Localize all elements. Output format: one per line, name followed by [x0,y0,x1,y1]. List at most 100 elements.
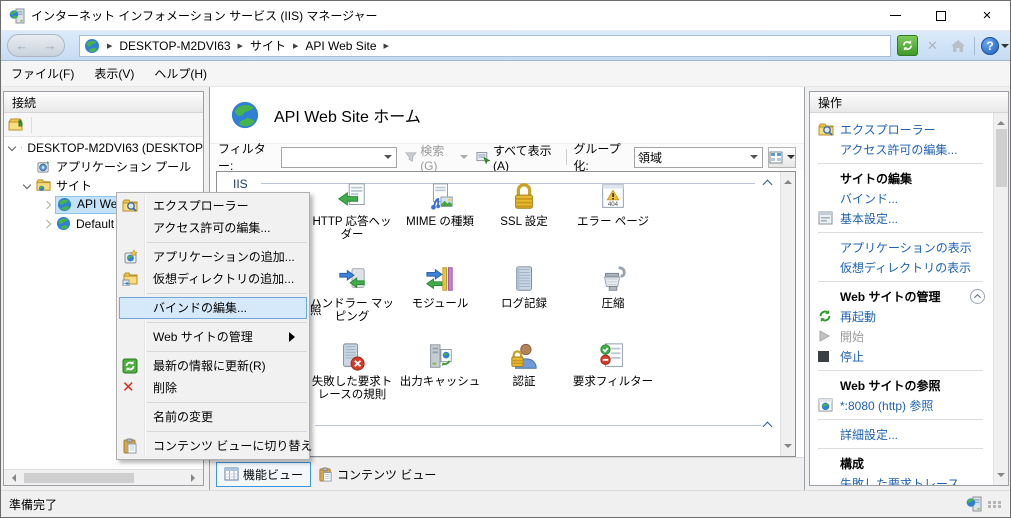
scrollbar-thumb[interactable] [996,129,1007,187]
refresh-button[interactable] [897,35,918,56]
menu-file[interactable]: ファイル(F) [1,61,84,86]
action-view-virtual-directories[interactable]: 仮想ディレクトリの表示 [810,257,993,277]
funnel-icon [405,152,418,162]
feature-output-caching[interactable]: 出力キャッシュ [397,342,483,389]
action-view-applications[interactable]: アプリケーションの表示 [810,237,993,257]
tree-item-server[interactable]: DESKTOP-M2DVI63 (DESKTOP [4,138,203,157]
close-button[interactable]: × [964,1,1010,30]
chevron-expanded-icon[interactable] [7,142,17,151]
context-switch-to-content-view[interactable]: コンテンツ ビューに切り替え [117,435,312,457]
scroll-down-icon[interactable] [784,444,792,452]
scroll-left-icon[interactable] [8,473,16,482]
context-rename[interactable]: 名前の変更 [117,406,309,428]
feature-failed-request-tracing[interactable]: 失敗した要求トレースの規則 [309,342,395,402]
tab-features-view[interactable]: 機能ビュー [216,461,312,487]
breadcrumb-item-server[interactable]: DESKTOP-M2DVI63 [119,39,230,53]
stop-navigation-button[interactable]: ✕ [922,35,943,56]
action-start[interactable]: 開始 [810,326,993,346]
scrollbar-thumb[interactable] [24,472,134,483]
feature-logging[interactable]: ログ記録 [481,264,567,311]
action-advanced-settings[interactable]: 詳細設定... [810,424,993,444]
action-stop[interactable]: 停止 [810,346,993,366]
context-delete[interactable]: ✕ 削除 [117,377,309,399]
context-refresh[interactable]: 最新の情報に更新(R) [117,355,309,377]
feature-mime-types[interactable]: MIME の種類 [397,182,483,229]
tree-item-app-pools[interactable]: アプリケーション プール [4,157,203,176]
site-context-menu: エクスプローラー アクセス許可の編集... アプリケーションの追加... 仮想デ… [116,192,312,460]
help-button[interactable]: ? [981,36,1009,55]
context-edit-permissions[interactable]: アクセス許可の編集... [117,217,309,239]
action-failed-request-tracing[interactable]: 失敗した要求トレース... [810,473,993,486]
action-restart[interactable]: 再起動 [810,306,993,326]
filter-input[interactable] [281,146,398,168]
chevron-collapsed-icon[interactable] [42,200,52,209]
filter-toolbar: フィルター: 検索(G) すべて表示(A) グループ化: 領域 [210,142,804,173]
chevron-expanded-icon[interactable] [22,180,32,189]
maximize-button[interactable] [918,1,964,30]
navigation-bar: ← → ▶ DESKTOP-M2DVI63 ▶ サイト ▶ API Web Si… [1,31,1010,61]
context-manage-website[interactable]: Web サイトの管理 [117,326,309,348]
horizontal-scrollbar[interactable] [4,469,203,485]
breadcrumb-item-site[interactable]: API Web Site [305,39,376,53]
scroll-up-icon[interactable] [784,176,792,184]
menu-view[interactable]: 表示(V) [84,61,144,86]
feature-modules[interactable]: モジュール [397,264,483,311]
resize-grip[interactable] [988,500,1002,508]
feature-request-filtering[interactable]: 要求フィルター [570,342,656,389]
feature-error-pages[interactable]: 404 エラー ページ [570,182,656,229]
actions-divider [818,448,983,449]
back-forward-buttons[interactable]: ← → [7,34,65,57]
group-by-select[interactable]: 領域 [633,146,764,168]
action-explorer[interactable]: エクスプローラー [810,119,993,139]
toolbar-divider [974,36,975,55]
action-browse-8080[interactable]: *:8080 (http) 参照 [810,395,993,415]
section-collapse-icon[interactable] [762,421,773,432]
context-edit-bindings[interactable]: バインドの編集... [119,297,307,319]
breadcrumb[interactable]: ▶ DESKTOP-M2DVI63 ▶ サイト ▶ API Web Site ▶ [79,34,891,57]
show-all-button[interactable]: すべて表示(A) [493,142,560,173]
context-explorer[interactable]: エクスプローラー [117,195,309,217]
action-basic-settings[interactable]: 基本設定... [810,208,993,228]
search-button[interactable]: 検索(G) [420,142,457,173]
home-button[interactable] [947,35,968,56]
svg-text:404: 404 [608,201,619,208]
context-add-virtual-directory[interactable]: 仮想ディレクトリの追加... [117,268,309,290]
add-application-icon [124,249,138,264]
vertical-scrollbar[interactable] [780,172,795,456]
tab-content-view[interactable]: コンテンツ ビュー [311,463,443,486]
action-edit-permissions[interactable]: アクセス許可の編集... [810,139,993,159]
feature-ssl-settings[interactable]: SSL 設定 [481,182,567,229]
minimize-button[interactable] [872,1,918,30]
view-selector-button[interactable] [768,146,797,168]
scroll-right-icon[interactable] [191,473,199,482]
action-bindings[interactable]: バインド... [810,188,993,208]
output-caching-icon [430,344,452,368]
menu-item-label: Web サイトの管理 [153,330,253,344]
actions-divider [818,281,983,282]
scroll-down-icon[interactable] [997,473,1005,481]
authentication-icon [511,343,537,369]
browse-icon [818,398,833,412]
section-collapse-icon[interactable] [762,179,773,190]
feature-label: HTTP 応答ヘッダー [312,216,392,241]
breadcrumb-item-sites[interactable]: サイト [250,37,286,54]
scroll-up-icon[interactable] [997,117,1005,125]
feature-label: 出力キャッシュ [399,376,481,388]
site-globe-icon [56,216,71,231]
menu-divider [147,293,307,294]
menu-divider [147,242,307,243]
breadcrumb-arrow-icon: ▶ [237,42,243,50]
menu-help[interactable]: ヘルプ(H) [144,61,217,86]
save-connection-icon[interactable] [8,117,25,133]
feature-compression[interactable]: 圧縮 [570,264,656,311]
forward-icon[interactable]: → [44,38,57,53]
collapse-group-button[interactable] [970,288,985,304]
feature-http-response-headers[interactable]: HTTP 応答ヘッダー [309,182,395,242]
feature-authentication[interactable]: 認証 [481,342,567,389]
feature-label: ハンドラー マッピング [310,298,394,323]
chevron-collapsed-icon[interactable] [42,219,52,228]
action-label: 仮想ディレクトリの表示 [840,260,972,275]
back-icon[interactable]: ← [16,38,29,53]
actions-scrollbar[interactable] [993,113,1008,485]
context-add-application[interactable]: アプリケーションの追加... [117,246,309,268]
